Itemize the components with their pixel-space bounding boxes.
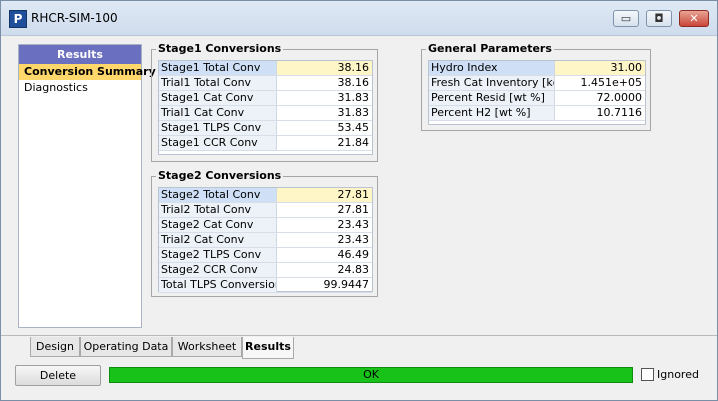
window-title: RHCR-SIM-100	[31, 11, 118, 25]
row-label: Trial1 Cat Conv	[159, 106, 277, 120]
table-row[interactable]: Stage1 TLPS Conv 53.45	[159, 121, 372, 136]
table-row[interactable]: Total TLPS Conversion 99.9447	[159, 278, 372, 293]
table-row[interactable]: Percent Resid [wt %] 72.0000	[429, 91, 645, 106]
stage2-group: Stage2 Conversions Stage2 Total Conv 27.…	[151, 169, 378, 297]
row-value[interactable]: 10.7116	[555, 106, 645, 120]
row-label: Trial2 Cat Conv	[159, 233, 277, 247]
close-button[interactable]: ✕	[679, 10, 709, 27]
nav-header: Results	[19, 45, 141, 64]
row-label: Fresh Cat Inventory [kg]	[429, 76, 555, 90]
row-label: Stage1 TLPS Conv	[159, 121, 277, 135]
table-row[interactable]: Stage1 Total Conv 38.16	[159, 61, 372, 76]
tab-operating-data[interactable]: Operating Data	[80, 337, 172, 357]
table-row[interactable]: Percent H2 [wt %] 10.7116	[429, 106, 645, 121]
row-label: Stage1 CCR Conv	[159, 136, 277, 150]
table-row[interactable]: Stage2 CCR Conv 24.83	[159, 263, 372, 278]
table-row[interactable]: Hydro Index 31.00	[429, 61, 645, 76]
row-value[interactable]: 27.81	[277, 188, 372, 202]
ignored-label: Ignored	[657, 368, 699, 381]
table-row[interactable]: Trial2 Cat Conv 23.43	[159, 233, 372, 248]
row-label: Stage1 Total Conv	[159, 61, 277, 75]
row-label: Trial1 Total Conv	[159, 76, 277, 90]
app-icon: P	[9, 10, 27, 28]
row-value[interactable]: 31.83	[277, 91, 372, 105]
ignored-checkbox[interactable]	[641, 368, 654, 381]
row-label: Percent H2 [wt %]	[429, 106, 555, 120]
row-label: Stage2 Total Conv	[159, 188, 277, 202]
tab-results[interactable]: Results	[242, 337, 294, 359]
nav-item-conversion-summary[interactable]: Conversion Summary	[19, 64, 156, 80]
row-value[interactable]: 21.84	[277, 136, 372, 150]
row-label: Percent Resid [wt %]	[429, 91, 555, 105]
stage2-grid: Stage2 Total Conv 27.81 Trial2 Total Con…	[158, 187, 373, 293]
minimize-button[interactable]: ▭	[613, 10, 639, 27]
results-nav: Results Conversion Summary Diagnostics	[18, 44, 156, 328]
row-value[interactable]: 31.83	[277, 106, 372, 120]
table-row[interactable]: Stage2 Total Conv 27.81	[159, 188, 372, 203]
table-row[interactable]: Trial1 Total Conv 38.16	[159, 76, 372, 91]
table-row[interactable]: Trial1 Cat Conv 31.83	[159, 106, 372, 121]
row-value[interactable]: 1.451e+05	[555, 76, 645, 90]
general-parameters-group: General Parameters Hydro Index 31.00 Fre…	[421, 42, 651, 131]
row-label: Stage2 TLPS Conv	[159, 248, 277, 262]
row-label: Stage1 Cat Conv	[159, 91, 277, 105]
table-row[interactable]: Trial2 Total Conv 27.81	[159, 203, 372, 218]
stage1-title: Stage1 Conversions	[156, 42, 284, 56]
row-label: Trial2 Total Conv	[159, 203, 277, 217]
row-value[interactable]: 27.81	[277, 203, 372, 217]
row-value[interactable]: 38.16	[277, 76, 372, 90]
row-label: Stage2 Cat Conv	[159, 218, 277, 232]
table-row[interactable]: Stage2 Cat Conv 23.43	[159, 218, 372, 233]
stage2-title: Stage2 Conversions	[156, 169, 284, 183]
table-row[interactable]: Stage1 CCR Conv 21.84	[159, 136, 372, 151]
row-value[interactable]: 24.83	[277, 263, 372, 277]
row-value[interactable]: 99.9447	[277, 278, 372, 292]
delete-button[interactable]: Delete	[15, 365, 101, 386]
stage1-grid: Stage1 Total Conv 38.16 Trial1 Total Con…	[158, 60, 373, 155]
general-parameters-title: General Parameters	[426, 42, 554, 56]
row-label: Stage2 CCR Conv	[159, 263, 277, 277]
close-icon: ✕	[689, 12, 699, 25]
tab-strip: Design Operating Data Worksheet Results	[1, 335, 717, 359]
row-value[interactable]: 23.43	[277, 218, 372, 232]
general-parameters-grid: Hydro Index 31.00 Fresh Cat Inventory [k…	[428, 60, 646, 125]
maximize-icon: ◘	[654, 12, 664, 25]
row-label: Hydro Index	[429, 61, 555, 75]
table-row[interactable]: Stage2 TLPS Conv 46.49	[159, 248, 372, 263]
table-row[interactable]: Fresh Cat Inventory [kg] 1.451e+05	[429, 76, 645, 91]
row-label: Total TLPS Conversion	[159, 278, 277, 292]
row-value[interactable]: 38.16	[277, 61, 372, 75]
tab-worksheet[interactable]: Worksheet	[172, 337, 242, 357]
row-value[interactable]: 31.00	[555, 61, 645, 75]
tab-design[interactable]: Design	[30, 337, 80, 357]
row-value[interactable]: 53.45	[277, 121, 372, 135]
nav-item-diagnostics[interactable]: Diagnostics	[19, 80, 141, 96]
row-value[interactable]: 46.49	[277, 248, 372, 262]
row-value[interactable]: 72.0000	[555, 91, 645, 105]
title-bar[interactable]: P RHCR-SIM-100 ▭ ◘ ✕	[1, 1, 717, 36]
status-bar: OK	[109, 367, 633, 383]
stage1-group: Stage1 Conversions Stage1 Total Conv 38.…	[151, 42, 378, 162]
window: P RHCR-SIM-100 ▭ ◘ ✕ Results Conversion …	[0, 0, 718, 401]
row-value[interactable]: 23.43	[277, 233, 372, 247]
table-row[interactable]: Stage1 Cat Conv 31.83	[159, 91, 372, 106]
maximize-button[interactable]: ◘	[646, 10, 672, 27]
minimize-icon: ▭	[620, 12, 632, 25]
